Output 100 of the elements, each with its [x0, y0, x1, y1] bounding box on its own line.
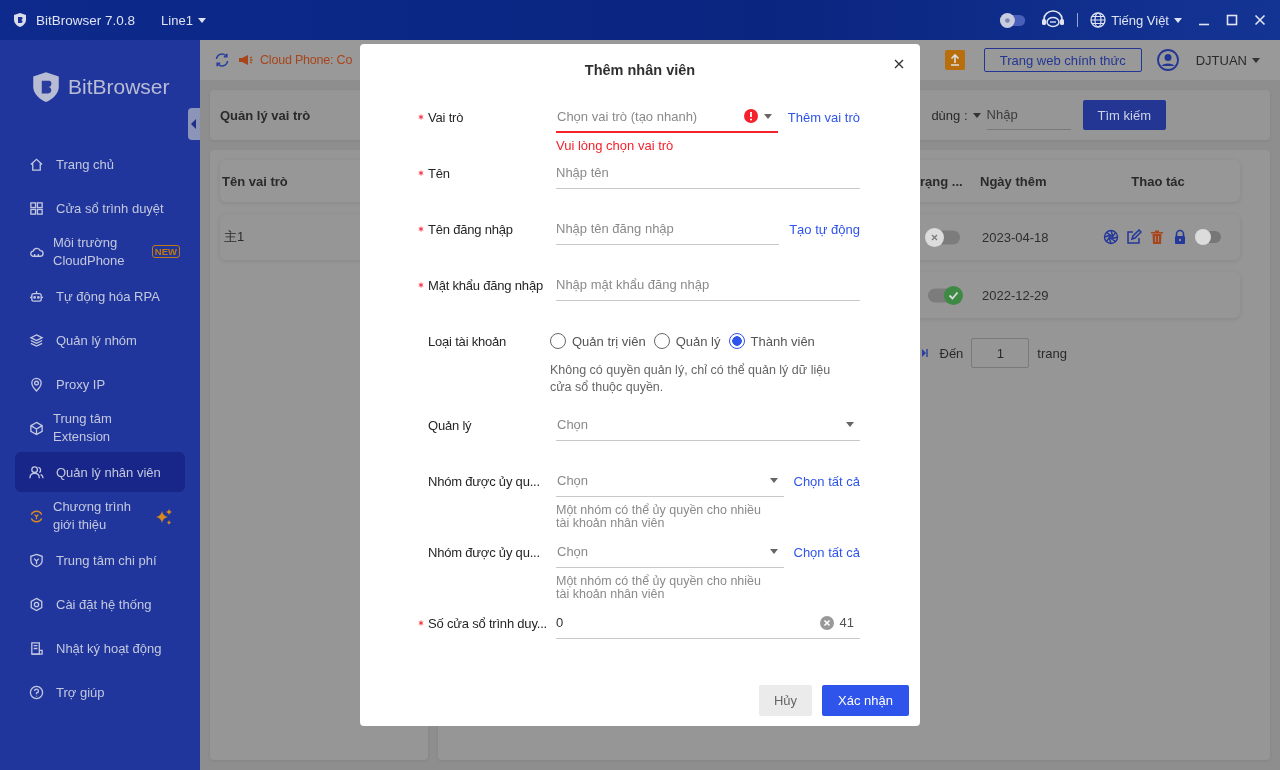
filter-type-dropdown[interactable]: dùng : [931, 107, 981, 123]
sidebar-item[interactable]: Môi trường CloudPhone NEW [15, 232, 185, 272]
help-icon [29, 684, 44, 700]
sidebar-item[interactable]: Chương trình giới thiệu [15, 496, 185, 536]
sidebar-item[interactable]: Quản lý nhân viên [15, 452, 185, 492]
radio-option[interactable]: Quản lý [653, 333, 721, 349]
field-link[interactable]: Chọn tất cả [793, 473, 860, 489]
toggle-switch[interactable] [1197, 231, 1221, 243]
field-label: Vai trò [428, 109, 464, 125]
field-label: Quản lý [428, 417, 472, 433]
user-menu[interactable]: DJTUAN [1195, 52, 1260, 68]
field-label: Tên [428, 165, 450, 181]
error-message: Vui lòng chọn vai trò [556, 138, 675, 154]
sidebar-item[interactable]: Trung tâm chi phí [15, 540, 185, 580]
date-cell-text: 2023-04-18 [981, 229, 1050, 245]
field-label: Nhóm được ủy qu... [428, 544, 540, 560]
field-label: Tên đăng nhập [428, 221, 513, 237]
refresh-circle-icon [29, 508, 44, 524]
goto-label: Đến [939, 345, 964, 361]
aperture-icon[interactable] [1103, 229, 1119, 245]
field-label: Số cửa sổ trình duy... [428, 615, 547, 631]
field-link[interactable]: Thêm vai trò [787, 109, 860, 125]
caret-icon [1252, 57, 1260, 63]
field-link[interactable]: Tạo tự động [789, 221, 860, 237]
date-cell-text: 2022-12-29 [981, 287, 1050, 303]
field-label: Mật khẩu đăng nhập [428, 277, 543, 293]
select-field[interactable]: Chọn [556, 544, 764, 559]
megaphone-icon [237, 52, 253, 68]
last-page-icon[interactable] [921, 348, 928, 358]
caret-icon[interactable] [763, 113, 772, 119]
sidebar-item[interactable]: Quản lý nhóm [15, 320, 185, 360]
field-link[interactable]: Chọn tất cả [793, 544, 860, 560]
headset-chat-icon[interactable] [1041, 10, 1066, 30]
caret-icon [197, 17, 206, 23]
input-field[interactable]: Nhập mật khẩu đăng nhập [556, 277, 854, 292]
new-badge: NEW [151, 245, 180, 258]
caret-icon [1174, 17, 1182, 23]
theme-toggle-icon[interactable] [999, 11, 1028, 29]
close-icon[interactable] [894, 59, 904, 69]
count-suffix: 41 [839, 615, 854, 630]
select-field[interactable]: Chọn [556, 417, 840, 432]
official-website-button[interactable]: Trang web chính thức [983, 48, 1142, 72]
document-icon [29, 640, 44, 656]
sidebar-item[interactable]: Trang chủ [15, 144, 185, 184]
triangle-left-icon [191, 119, 197, 129]
search-field[interactable]: Nhập [986, 100, 1071, 130]
page-suffix: trang [1037, 345, 1067, 361]
avatar-icon[interactable] [1156, 49, 1179, 71]
column-header: rạng ... [920, 173, 964, 189]
cancel-button[interactable]: Hủy [758, 685, 813, 716]
users-icon [29, 464, 44, 480]
field-label: Nhóm được ủy qu... [428, 473, 540, 489]
line-dropdown[interactable]: Line1 [161, 12, 206, 28]
sidebar-item[interactable]: Cài đặt hệ thống [15, 584, 185, 624]
location-pin-icon [29, 376, 44, 392]
search-button[interactable]: Tìm kiếm [1082, 100, 1166, 130]
column-header: Ngày thêm [979, 173, 1048, 189]
radio-option[interactable]: Thành viên [728, 333, 815, 349]
sidebar-item[interactable]: Trợ giúp [15, 672, 185, 712]
grid-icon [29, 200, 44, 216]
caret-icon[interactable] [769, 549, 778, 554]
collapse-sidebar-button[interactable] [188, 108, 200, 140]
confirm-button[interactable]: Xác nhận [822, 685, 909, 716]
sidebar-item[interactable]: Trung tâm Extension [15, 408, 185, 448]
shield-icon [29, 552, 44, 568]
maximize-icon[interactable] [1226, 14, 1238, 26]
sidebar-item[interactable]: Proxy IP [15, 364, 185, 404]
caret-icon[interactable] [846, 422, 854, 427]
select-field[interactable]: Chọn [556, 473, 764, 488]
field-hint: Không có quyền quản lý, chỉ có thể quản lý dữ liệu cửa sổ thuộc quyền. [550, 362, 832, 396]
number-field[interactable]: 0 [556, 615, 814, 630]
shield-logo-icon [12, 12, 28, 28]
role-row[interactable]: 主1 [220, 214, 418, 260]
error-icon [743, 109, 758, 123]
column-header: Tên vai trò [222, 173, 288, 189]
input-field[interactable]: Nhập tên [556, 165, 854, 180]
home-icon [29, 156, 44, 172]
radio-option[interactable]: Quản trị viên [550, 333, 646, 349]
dialog-title: Thêm nhân viên [584, 62, 696, 78]
layers-icon [29, 332, 44, 348]
field-hint: Một nhóm có thể ủy quyền cho nhiều tài khoản nhân viên [556, 504, 762, 530]
sidebar-item[interactable]: Tự động hóa RPA [15, 276, 185, 316]
globe-icon [1090, 12, 1107, 28]
sidebar-item[interactable]: Cửa sổ trình duyệt [15, 188, 185, 228]
lock-icon[interactable] [1172, 229, 1188, 245]
app-title: BitBrowser 7.0.8 [36, 12, 136, 28]
trash-icon[interactable] [1149, 229, 1165, 245]
page-input[interactable]: 1 [971, 338, 1030, 368]
clear-icon[interactable] [819, 615, 834, 630]
select-field[interactable]: Chọn vai trò (tạo nhanh) [556, 108, 738, 124]
sidebar-item[interactable]: Nhật ký hoạt động [15, 628, 185, 668]
caret-icon[interactable] [769, 478, 778, 483]
input-field[interactable]: Nhập tên đăng nhập [556, 221, 774, 236]
edit-icon[interactable] [1126, 229, 1142, 245]
column-header: Thao tác [1130, 173, 1186, 189]
language-dropdown[interactable]: Tiếng Việt [1090, 12, 1182, 28]
upload-icon[interactable] [944, 50, 965, 70]
section-title: Quản lý vai trò [220, 107, 311, 123]
refresh-icon[interactable] [214, 52, 230, 68]
field-label: Loại tài khoản [428, 333, 507, 349]
